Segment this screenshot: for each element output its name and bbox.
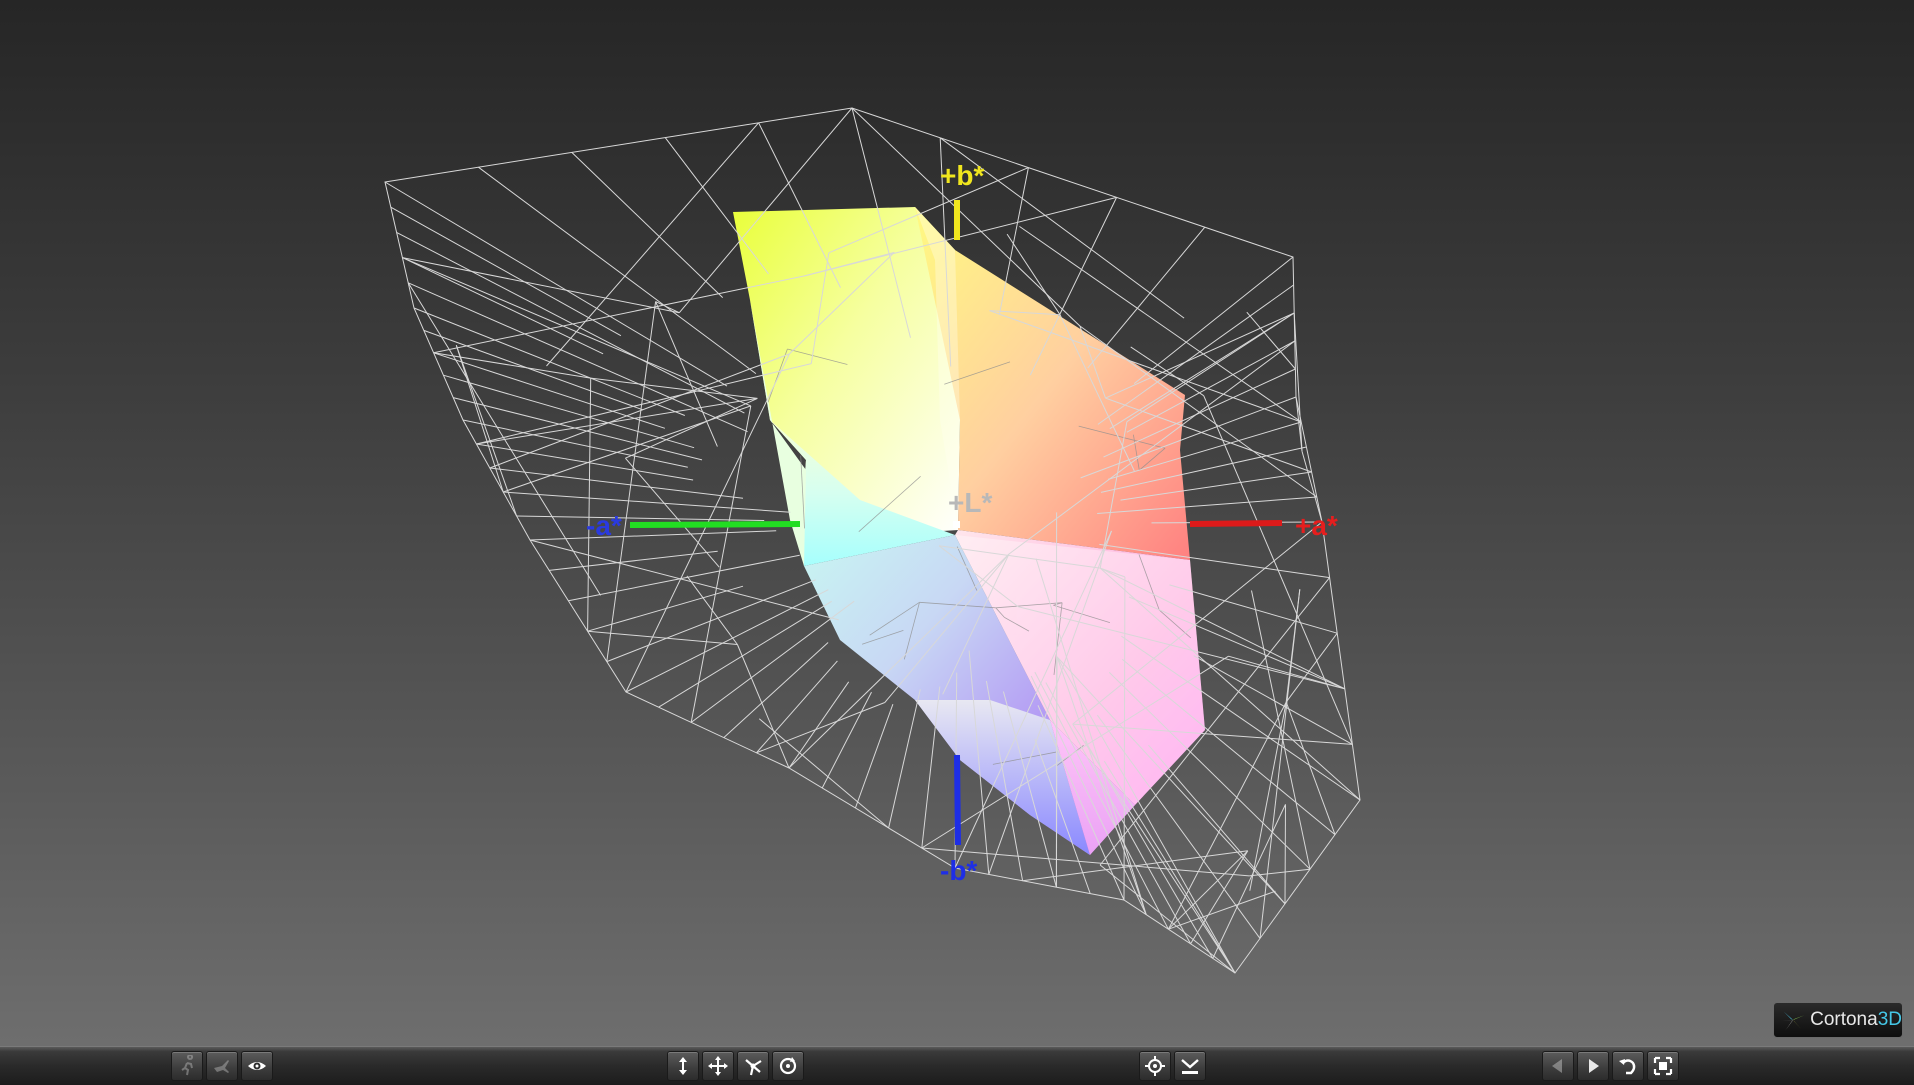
goto-button[interactable] xyxy=(1139,1051,1171,1081)
wireframe-edge xyxy=(588,586,743,631)
wireframe-edge xyxy=(434,276,805,353)
wireframe-edge xyxy=(424,330,643,409)
previous-viewpoint-button[interactable] xyxy=(1542,1051,1574,1081)
roll-button[interactable] xyxy=(772,1051,804,1081)
align-icon xyxy=(1179,1055,1201,1077)
turn-button[interactable] xyxy=(737,1051,769,1081)
wireframe-edge xyxy=(476,364,811,444)
roll-icon xyxy=(777,1055,799,1077)
wireframe-edge xyxy=(607,302,656,662)
wireframe-edge xyxy=(1088,227,1205,368)
toolbar-navigation-group xyxy=(667,1051,804,1081)
wireframe-edge xyxy=(687,576,738,645)
wireframe-edge xyxy=(1191,851,1248,944)
axis-label-minus-b: -b* xyxy=(940,855,977,886)
wireframe-edge xyxy=(434,353,665,429)
goto-target-icon xyxy=(1144,1055,1166,1077)
wireframe-edge xyxy=(588,378,591,631)
wireframe-edge xyxy=(625,458,719,567)
wireframe-edge xyxy=(889,689,921,828)
wireframe-edge xyxy=(414,308,685,416)
wireframe-edge xyxy=(665,138,768,274)
gamut-scene[interactable]: +b* -b* +a* -a* +L* xyxy=(0,0,1914,1046)
wireframe-edge xyxy=(756,703,884,753)
wireframe-edge xyxy=(434,353,591,378)
wireframe-edge xyxy=(478,167,756,373)
align-button[interactable] xyxy=(1174,1051,1206,1081)
wireframe-edge xyxy=(724,643,828,738)
restore-button[interactable] xyxy=(1612,1051,1644,1081)
turn-icon xyxy=(742,1055,764,1077)
minus-a-axis-line xyxy=(630,524,800,525)
axis-label-minus-a: -a* xyxy=(586,510,622,541)
origin-marker xyxy=(953,521,960,528)
wireframe-edge xyxy=(1285,804,1286,903)
pan-button[interactable] xyxy=(702,1051,734,1081)
wireframe-edge xyxy=(822,692,871,788)
navigation-toolbar xyxy=(0,1046,1914,1085)
wireframe-edge xyxy=(391,207,621,336)
next-view-icon xyxy=(1582,1055,1604,1077)
wireframe-edge xyxy=(656,302,718,447)
wireframe-edge xyxy=(659,601,832,707)
plus-a-axis-line xyxy=(1190,523,1282,524)
wireframe-edge xyxy=(789,682,849,768)
toolbar-view-group xyxy=(1139,1051,1206,1081)
fit-button[interactable] xyxy=(1647,1051,1679,1081)
wireframe-edge xyxy=(1250,702,1286,891)
pan-arrows-icon xyxy=(707,1055,729,1077)
minus-b-axis-line xyxy=(957,755,958,845)
axis-label-plus-a: +a* xyxy=(1295,510,1338,541)
wireframe-edge xyxy=(1229,656,1345,689)
wireframe-edge xyxy=(402,258,750,406)
fit-icon xyxy=(1652,1055,1674,1077)
cortona3d-logo[interactable]: Cortona3D xyxy=(1773,1002,1903,1038)
axis-label-plus-L: +L* xyxy=(948,487,992,518)
wireframe-edge xyxy=(1098,285,1294,424)
plan-button[interactable] xyxy=(667,1051,699,1081)
toolbar-mode-group xyxy=(171,1051,273,1081)
wireframe-edge xyxy=(1213,804,1286,958)
wireframe-edge xyxy=(759,719,888,828)
cortona3d-logo-text: Cortona3D xyxy=(1810,1009,1902,1031)
navigate-back-button[interactable] xyxy=(171,1051,203,1081)
wireframe-edge xyxy=(530,540,839,620)
wireframe-edge xyxy=(456,345,503,492)
wireframe-edge xyxy=(549,551,718,570)
fly-button[interactable] xyxy=(206,1051,238,1081)
3d-viewport[interactable]: +b* -b* +a* -a* +L* Cortona3D xyxy=(0,0,1914,1046)
wireframe-edge xyxy=(626,590,828,692)
wireframe-edge xyxy=(503,492,790,512)
wireframe-edge xyxy=(756,661,837,753)
study-button[interactable] xyxy=(241,1051,273,1081)
wireframe-edge xyxy=(1247,312,1296,369)
fly-icon xyxy=(211,1055,233,1077)
walk-icon xyxy=(176,1055,198,1077)
plan-arrows-icon xyxy=(672,1055,694,1077)
wireframe-edge xyxy=(1204,396,1353,745)
wireframe-edge xyxy=(572,152,723,297)
axis-label-plus-b: +b* xyxy=(940,160,984,191)
wireframe-edge xyxy=(530,531,776,540)
examine-eye-icon xyxy=(246,1055,268,1077)
restore-icon xyxy=(1617,1055,1639,1077)
wireframe-edge xyxy=(737,645,789,769)
toolbar-viewpoint-group xyxy=(1542,1051,1679,1081)
wireframe-edge xyxy=(397,232,745,413)
wireframe-edge xyxy=(402,258,603,354)
wireframe-edge xyxy=(476,398,757,444)
previous-view-icon xyxy=(1547,1055,1569,1077)
wireframe-edge xyxy=(568,555,799,601)
next-viewpoint-button[interactable] xyxy=(1577,1051,1609,1081)
cortona-star-icon xyxy=(1780,1007,1806,1033)
wireframe-edge xyxy=(855,704,893,808)
